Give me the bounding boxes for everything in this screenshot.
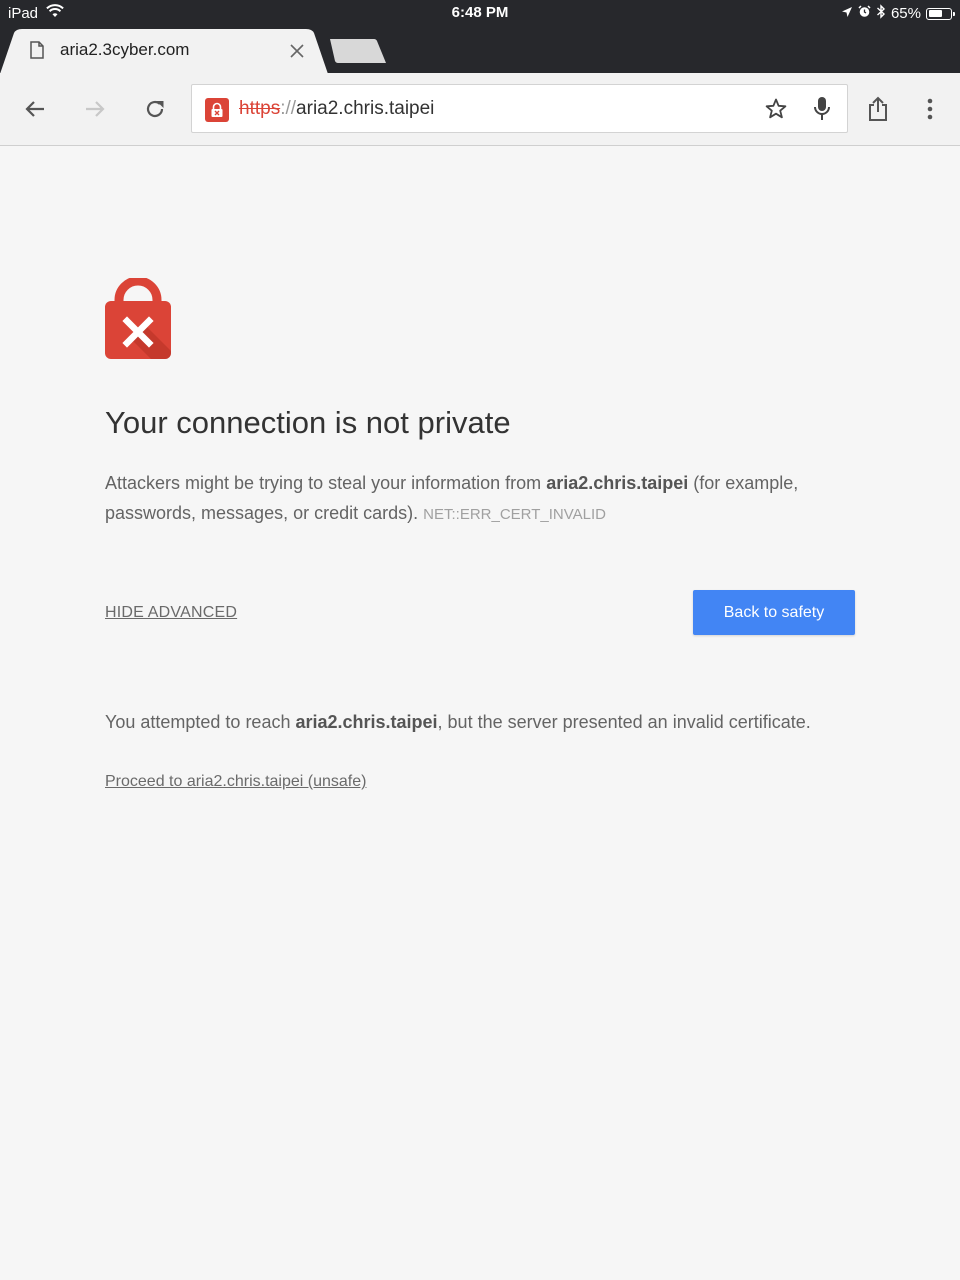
new-tab-button[interactable]: [328, 38, 388, 64]
more-vert-icon: [927, 98, 933, 120]
tab-title: aria2.3cyber.com: [60, 40, 190, 59]
share-icon: [869, 96, 887, 121]
browser-toolbar: https://aria2.chris.taipei: [0, 73, 960, 146]
battery-icon: [926, 7, 955, 20]
page-icon: [30, 41, 44, 64]
bookmark-star-icon[interactable]: [764, 97, 788, 126]
browser-top-bar: iPad 6:48 PM 65% aria2.3cyber.com: [0, 0, 960, 74]
battery-fill: [928, 10, 943, 17]
battery-percent: 65%: [890, 5, 921, 22]
tab-active[interactable]: aria2.3cyber.com: [0, 29, 330, 74]
alarm-icon: [858, 5, 871, 22]
details-text: You attempted to reach aria2.chris.taipe…: [105, 712, 865, 733]
share-button[interactable]: [858, 89, 898, 129]
details-prefix: You attempted to reach: [105, 712, 296, 732]
back-to-safety-button[interactable]: Back to safety: [693, 590, 855, 635]
url-host: aria2.chris.taipei: [296, 98, 435, 119]
forward-button[interactable]: [75, 89, 115, 129]
forward-arrow-icon: [86, 101, 105, 117]
explanation-prefix: Attackers might be trying to steal your …: [105, 473, 547, 493]
red-lock-x-icon: [105, 278, 171, 359]
proceed-unsafe-link[interactable]: Proceed to aria2.chris.taipei (unsafe): [105, 773, 366, 791]
back-arrow-icon: [25, 101, 44, 117]
details-suffix: , but the server presented an invalid ce…: [437, 712, 811, 732]
status-time: 6:48 PM: [451, 4, 509, 21]
reload-button[interactable]: [135, 89, 175, 129]
location-arrow-icon: [841, 5, 853, 22]
url-scheme: https: [239, 98, 281, 119]
status-bar: iPad 6:48 PM 65%: [0, 0, 960, 26]
reload-icon: [146, 100, 164, 118]
explanation-host: aria2.chris.taipei: [546, 473, 689, 493]
broken-lock-icon[interactable]: [205, 98, 229, 122]
back-button[interactable]: [15, 89, 55, 129]
error-code[interactable]: NET::ERR_CERT_INVALID: [423, 506, 606, 523]
status-right: 65%: [841, 4, 955, 23]
close-tab-icon[interactable]: [287, 41, 307, 66]
url-separator: ://: [280, 98, 297, 119]
explanation-text: Attackers might be trying to steal your …: [105, 468, 855, 530]
details-host: aria2.chris.taipei: [295, 712, 438, 732]
hide-advanced-link[interactable]: HIDE ADVANCED: [105, 604, 237, 622]
menu-button[interactable]: [910, 89, 950, 129]
address-bar[interactable]: https://aria2.chris.taipei: [191, 84, 848, 133]
page-title: Your connection is not private: [105, 405, 511, 440]
url-text: https://aria2.chris.taipei: [239, 98, 434, 120]
microphone-icon[interactable]: [812, 96, 832, 127]
bluetooth-icon: [876, 4, 886, 23]
